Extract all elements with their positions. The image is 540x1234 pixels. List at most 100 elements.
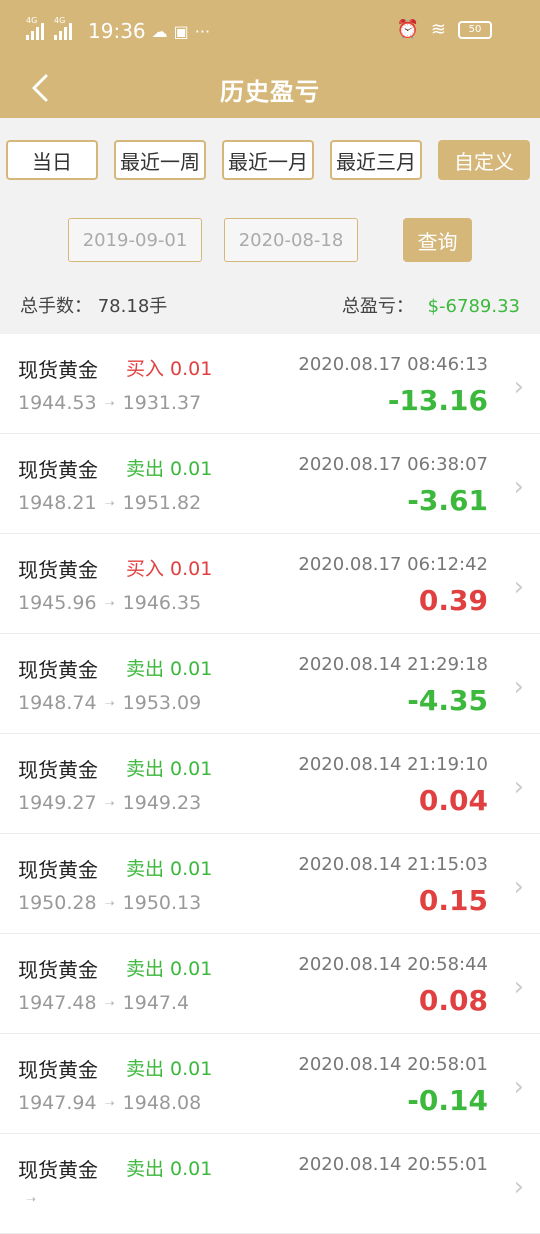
trade-direction: 卖出 0.01 bbox=[126, 758, 213, 780]
filter-month[interactable]: 最近一月 bbox=[222, 140, 314, 180]
nav-bar: 历史盈亏 bbox=[0, 60, 540, 118]
price-range: 1947.94 ➝ 1948.08 bbox=[18, 1092, 201, 1114]
chevron-right-icon: › bbox=[513, 872, 524, 902]
price-range: 1945.96 ➝ 1946.35 bbox=[18, 592, 201, 614]
chevron-right-icon: › bbox=[513, 972, 524, 1002]
signal-icon: 4G bbox=[54, 16, 76, 40]
trade-list: 现货黄金 买入 0.01 1944.53 ➝ 1931.37 2020.08.17 08:… bbox=[0, 334, 540, 1234]
right-arrow-icon: ➝ bbox=[104, 796, 115, 810]
trade-time: 2020.08.14 20:58:01 bbox=[298, 1054, 488, 1075]
status-bar: 4G 4G 19:36 ☁ ▣ ··· ⏰ ≋ 50 bbox=[0, 0, 540, 60]
trade-pl: -3.61 bbox=[407, 484, 488, 517]
trade-row[interactable]: 现货黄金 卖出 0.01 1949.27 ➝ 1949.23 2020.08.14 21:… bbox=[0, 734, 540, 834]
open-price: 1948.74 bbox=[18, 692, 97, 714]
wifi-icon: ≋ bbox=[430, 19, 446, 40]
query-button[interactable]: 查询 bbox=[403, 218, 472, 262]
summary: 总手数： 78.18手 总盈亏： $-6789.33 bbox=[0, 286, 540, 322]
trade-time: 2020.08.14 20:55:01 bbox=[298, 1154, 488, 1175]
trade-time: 2020.08.14 21:15:03 bbox=[298, 854, 488, 875]
trade-time: 2020.08.17 06:38:07 bbox=[298, 454, 488, 475]
trade-direction: 卖出 0.01 bbox=[126, 1058, 213, 1080]
trade-row[interactable]: 现货黄金 卖出 0.01 1948.21 ➝ 1951.82 2020.08.17 06:… bbox=[0, 434, 540, 534]
product-name: 现货黄金 bbox=[18, 1058, 98, 1082]
right-arrow-icon: ➝ bbox=[104, 696, 115, 710]
right-arrow-icon: ➝ bbox=[104, 896, 115, 910]
close-price: 1950.13 bbox=[122, 892, 202, 914]
chevron-right-icon: › bbox=[513, 1072, 524, 1102]
price-range: 1948.21 ➝ 1951.82 bbox=[18, 492, 201, 514]
trade-pl: 0.15 bbox=[418, 884, 488, 917]
trade-row[interactable]: 现货黄金 卖出 0.01 ➝ 2020.08.14 20:55:01 › bbox=[0, 1134, 540, 1234]
trade-row[interactable]: 现货黄金 买入 0.01 1945.96 ➝ 1946.35 2020.08.17 06:… bbox=[0, 534, 540, 634]
trade-direction: 卖出 0.01 bbox=[126, 958, 213, 980]
trade-direction: 卖出 0.01 bbox=[126, 858, 213, 880]
trade-pl: -13.16 bbox=[387, 384, 488, 417]
close-price: 1953.09 bbox=[122, 692, 202, 714]
cloud-icon: ☁ bbox=[151, 21, 168, 41]
price-range: 1944.53 ➝ 1931.37 bbox=[18, 392, 201, 414]
chevron-right-icon: › bbox=[513, 1172, 524, 1202]
more-icon: ··· bbox=[194, 21, 211, 41]
chevron-right-icon: › bbox=[513, 672, 524, 702]
right-arrow-icon: ➝ bbox=[104, 396, 115, 410]
open-price: 1947.48 bbox=[18, 992, 97, 1014]
trade-pl: -4.35 bbox=[407, 684, 488, 717]
total-pl-value: $-6789.33 bbox=[427, 296, 520, 317]
product-name: 现货黄金 bbox=[18, 658, 98, 682]
product-name: 现货黄金 bbox=[18, 958, 98, 982]
close-price: 1931.37 bbox=[122, 392, 202, 414]
end-date-field[interactable]: 2020-08-18 bbox=[224, 218, 358, 262]
alarm-icon: ⏰ bbox=[396, 19, 419, 40]
close-price: 1949.23 bbox=[122, 792, 202, 814]
total-lots-label: 总手数： bbox=[20, 296, 92, 317]
signal-icon: 4G bbox=[26, 16, 48, 40]
trade-row[interactable]: 现货黄金 卖出 0.01 1947.48 ➝ 1947.4 2020.08.14 20:5… bbox=[0, 934, 540, 1034]
trade-time: 2020.08.17 08:46:13 bbox=[298, 354, 488, 375]
right-arrow-icon: ➝ bbox=[104, 1096, 115, 1110]
battery-icon: 50 bbox=[458, 20, 492, 39]
trade-pl: 0.39 bbox=[418, 584, 488, 617]
open-price: 1948.21 bbox=[18, 492, 97, 514]
start-date-field[interactable]: 2019-09-01 bbox=[68, 218, 202, 262]
status-time: 19:36 bbox=[88, 19, 146, 43]
filter-bar: 当日 最近一周 最近一月 最近三月 自定义 bbox=[6, 140, 534, 184]
trade-direction: 卖出 0.01 bbox=[126, 658, 213, 680]
open-price: 1950.28 bbox=[18, 892, 97, 914]
header: 4G 4G 19:36 ☁ ▣ ··· ⏰ ≋ 50 历史盈亏 bbox=[0, 0, 540, 118]
open-price: 1945.96 bbox=[18, 592, 97, 614]
filter-today[interactable]: 当日 bbox=[6, 140, 98, 180]
close-price: 1948.08 bbox=[122, 1092, 202, 1114]
chevron-right-icon: › bbox=[513, 372, 524, 402]
trade-row[interactable]: 现货黄金 买入 0.01 1944.53 ➝ 1931.37 2020.08.17 08:… bbox=[0, 334, 540, 434]
trade-row[interactable]: 现货黄金 卖出 0.01 1948.74 ➝ 1953.09 2020.08.14 21:… bbox=[0, 634, 540, 734]
close-price: 1951.82 bbox=[122, 492, 202, 514]
product-name: 现货黄金 bbox=[18, 758, 98, 782]
price-range: 1948.74 ➝ 1953.09 bbox=[18, 692, 201, 714]
right-arrow-icon: ➝ bbox=[104, 496, 115, 510]
filter-custom[interactable]: 自定义 bbox=[438, 140, 530, 180]
trade-direction: 卖出 0.01 bbox=[126, 1158, 213, 1180]
chevron-right-icon: › bbox=[513, 772, 524, 802]
trade-time: 2020.08.14 20:58:44 bbox=[298, 954, 488, 975]
close-price: 1947.4 bbox=[122, 992, 190, 1014]
total-pl-label: 总盈亏： bbox=[341, 296, 414, 317]
page-title: 历史盈亏 bbox=[220, 78, 320, 106]
trade-pl: -0.14 bbox=[407, 1084, 488, 1117]
product-name: 现货黄金 bbox=[18, 358, 98, 382]
open-price: 1949.27 bbox=[18, 792, 97, 814]
trade-pl: 0.08 bbox=[418, 984, 488, 1017]
trade-row[interactable]: 现货黄金 卖出 0.01 1947.94 ➝ 1948.08 2020.08.14 20:… bbox=[0, 1034, 540, 1134]
trade-direction: 买入 0.01 bbox=[126, 358, 213, 380]
trade-time: 2020.08.14 21:29:18 bbox=[298, 654, 488, 675]
open-price: 1947.94 bbox=[18, 1092, 97, 1114]
close-price: 1946.35 bbox=[122, 592, 202, 614]
trade-row[interactable]: 现货黄金 卖出 0.01 1950.28 ➝ 1950.13 2020.08.14 21:… bbox=[0, 834, 540, 934]
trade-pl: 0.04 bbox=[418, 784, 488, 817]
filter-week[interactable]: 最近一周 bbox=[114, 140, 206, 180]
chevron-right-icon: › bbox=[513, 572, 524, 602]
product-name: 现货黄金 bbox=[18, 1158, 98, 1182]
product-name: 现货黄金 bbox=[18, 558, 98, 582]
filter-three-months[interactable]: 最近三月 bbox=[330, 140, 422, 180]
trade-direction: 买入 0.01 bbox=[126, 558, 213, 580]
right-arrow-icon: ➝ bbox=[104, 596, 115, 610]
